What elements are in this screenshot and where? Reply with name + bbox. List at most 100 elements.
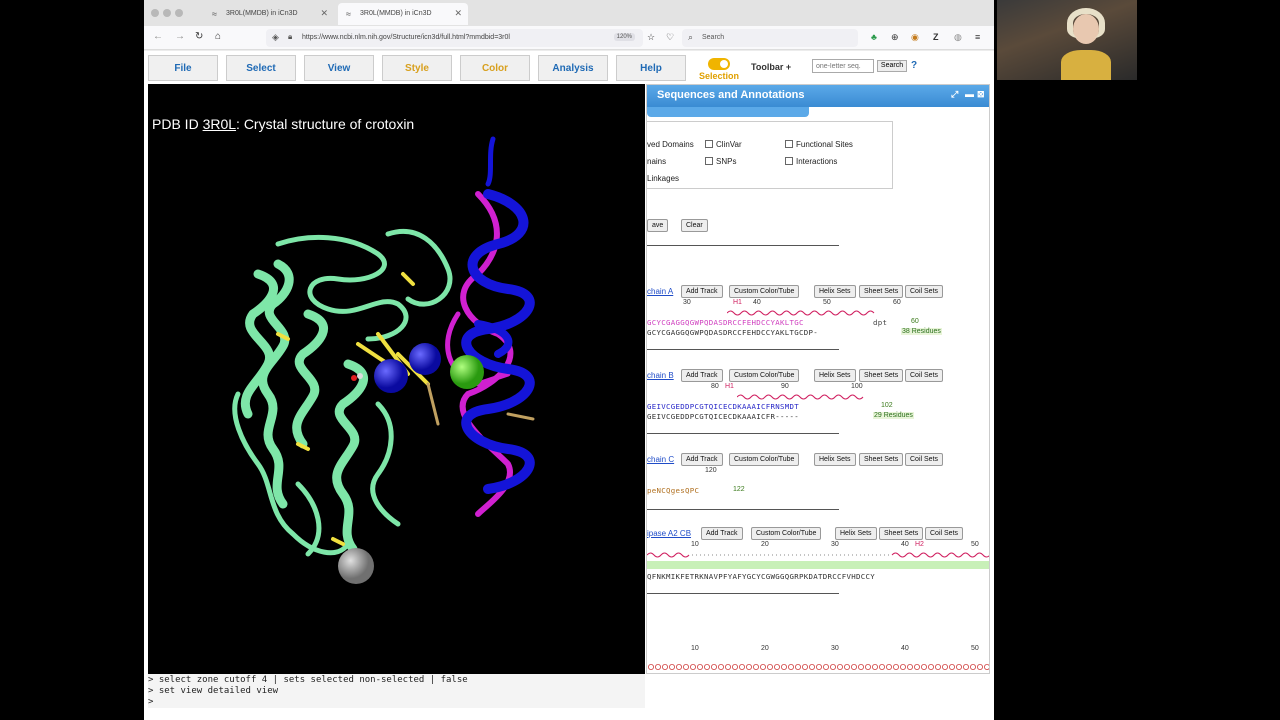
add-track-button[interactable]: Add Track [681,453,723,466]
reload-icon[interactable]: ↻ [195,31,203,42]
search-field[interactable]: ⌕ Search [682,29,858,47]
menu-file[interactable]: File [148,55,218,81]
sequence-tail[interactable]: dpt [873,318,887,327]
add-track-button[interactable]: Add Track [681,285,723,298]
custom-color-button[interactable]: Custom Color/Tube [729,285,800,298]
snps-checkbox[interactable]: SNPs [705,157,736,166]
sequence-row[interactable]: GEIVCGEDDPCGTQICECDKAAAICFRNSMDT [647,402,799,411]
conserved-domains-label[interactable]: ved Domains [647,140,694,149]
chain-ipase-link[interactable]: ipase A2 CB [647,529,691,538]
forward-icon[interactable]: → [175,31,185,42]
custom-color-button[interactable]: Custom Color/Tube [729,369,800,382]
zotero-icon[interactable]: Z [933,32,939,42]
helix-sets-button[interactable]: Helix Sets [814,369,856,382]
custom-color-button[interactable]: Custom Color/Tube [751,527,822,540]
help-icon[interactable]: ? [911,60,917,71]
hamburger-menu-icon[interactable]: ≡ [975,32,980,42]
residue-marker [668,664,675,670]
sheet-sets-button[interactable]: Sheet Sets [859,285,904,298]
close-tab-icon[interactable]: ✕ [320,8,328,19]
extension-icon[interactable]: ♣ [871,32,877,42]
custom-color-button[interactable]: Custom Color/Tube [729,453,800,466]
residue-marker [836,664,843,670]
extension-badge-icon[interactable]: ◉ [911,32,919,43]
interactions-checkbox[interactable]: Interactions [785,157,837,166]
sequence-search-button[interactable]: Search [877,60,907,72]
tick-label: 40 [901,645,909,652]
close-tab-icon[interactable]: ✕ [454,8,462,19]
helix-label: H1 [725,383,734,390]
helix-sets-button[interactable]: Helix Sets [814,285,856,298]
menu-analysis[interactable]: Analysis [538,55,608,81]
browser-tab-1[interactable]: ≈ 3R0L(MMDB) in iCn3D ✕ [204,3,334,25]
command-console[interactable]: > select zone cutoff 4 | sets selected n… [148,674,645,708]
back-icon[interactable]: ← [153,31,163,42]
clinvar-checkbox[interactable]: ClinVar [705,140,742,149]
close-icon[interactable]: ⊠ [977,89,985,100]
residue-marker [787,664,794,670]
residue-marker [850,664,857,670]
minimize-icon[interactable]: ▬ [965,89,974,99]
sequence-row[interactable]: QFNKMIKFETRKNAVPFYAFYGCYCGWGGQGRPKDATDRC… [647,572,875,581]
sheet-sets-button[interactable]: Sheet Sets [859,453,904,466]
sequence-row[interactable]: GCYCGAGGQGWPQDASDRCCFEHDCCYAKLTGC [647,318,804,327]
residue-marker [878,664,885,670]
browser-tab-2[interactable]: ≈ 3R0L(MMDB) in iCn3D ✕ [338,3,468,25]
clear-button[interactable]: Clear [681,219,708,232]
chain-a-link[interactable]: chain A [647,287,673,296]
chain-c-link[interactable]: chain C [647,455,674,464]
star-icon[interactable]: ☆ [647,32,655,43]
search-icon: ⌕ [688,32,694,42]
toolbar-label: Toolbar [751,62,784,72]
linkages-label[interactable]: Linkages [647,174,679,183]
add-track-button[interactable]: Add Track [701,527,743,540]
maximize-window-icon[interactable] [175,9,183,17]
sheet-sets-button[interactable]: Sheet Sets [859,369,904,382]
divider [647,593,839,594]
sequence-row[interactable]: GCYCGAGGQGWPQDASDRCCFEHDCCYAKLTGCDP- [647,328,818,337]
minimize-window-icon[interactable] [163,9,171,17]
coil-sets-button[interactable]: Coil Sets [905,369,944,382]
helix-wave [647,552,989,558]
coil-sets-button[interactable]: Coil Sets [925,527,964,540]
menu-color[interactable]: Color [460,55,530,81]
checkbox-icon [705,157,713,165]
sequence-search-input[interactable] [812,59,874,73]
console-line: > set view detailed view [148,686,279,696]
add-track-button[interactable]: Add Track [681,369,723,382]
tick-label: 50 [823,299,831,306]
home-icon[interactable]: ⌂ [215,31,221,42]
address-bar[interactable]: ◈ 🔒︎ https://www.ncbi.nlm.nih.gov/Struct… [266,29,643,47]
page-content: File Select View Style Color Analysis He… [144,51,994,720]
coil-sets-button[interactable]: Coil Sets [905,285,944,298]
protein-rendering [232,136,535,584]
residue-marker [822,664,829,670]
menu-select[interactable]: Select [226,55,296,81]
close-window-icon[interactable] [151,9,159,17]
sequence-row[interactable]: GEIVCGEDDPCGTQICECDKAAAICFR----- [647,412,799,421]
helix-sets-button[interactable]: Helix Sets [814,453,856,466]
coil-sets-button[interactable]: Coil Sets [905,453,944,466]
console-prompt[interactable]: > [148,697,645,708]
account-icon[interactable]: ◍ [954,32,962,43]
helix-sets-button[interactable]: Helix Sets [835,527,877,540]
pocket-icon[interactable]: ♡ [666,32,674,43]
zoom-level[interactable]: 120% [613,33,635,41]
save-button[interactable]: ave [647,219,669,232]
toolbar-toggle[interactable]: Toolbar + [751,62,791,72]
divider [647,245,839,246]
residue-marker [899,664,906,670]
menu-style[interactable]: Style [382,55,452,81]
sequence-row[interactable]: peNCQgesQPC [647,486,699,495]
selection-toggle[interactable]: Selection [696,54,742,82]
functional-sites-checkbox[interactable]: Functional Sites [785,140,853,149]
domains-label[interactable]: nains [647,157,666,166]
privacy-icon[interactable]: ⊕ [891,32,899,43]
sheet-sets-button[interactable]: Sheet Sets [879,527,924,540]
expand-icon[interactable]: ⤢ [951,89,958,100]
3d-structure-viewer[interactable]: PDB ID 3R0L: Crystal structure of crotox… [148,84,645,674]
chain-b-link[interactable]: chain B [647,371,674,380]
menu-view[interactable]: View [304,55,374,81]
tick-label: 120 [705,467,717,474]
menu-help[interactable]: Help [616,55,686,81]
